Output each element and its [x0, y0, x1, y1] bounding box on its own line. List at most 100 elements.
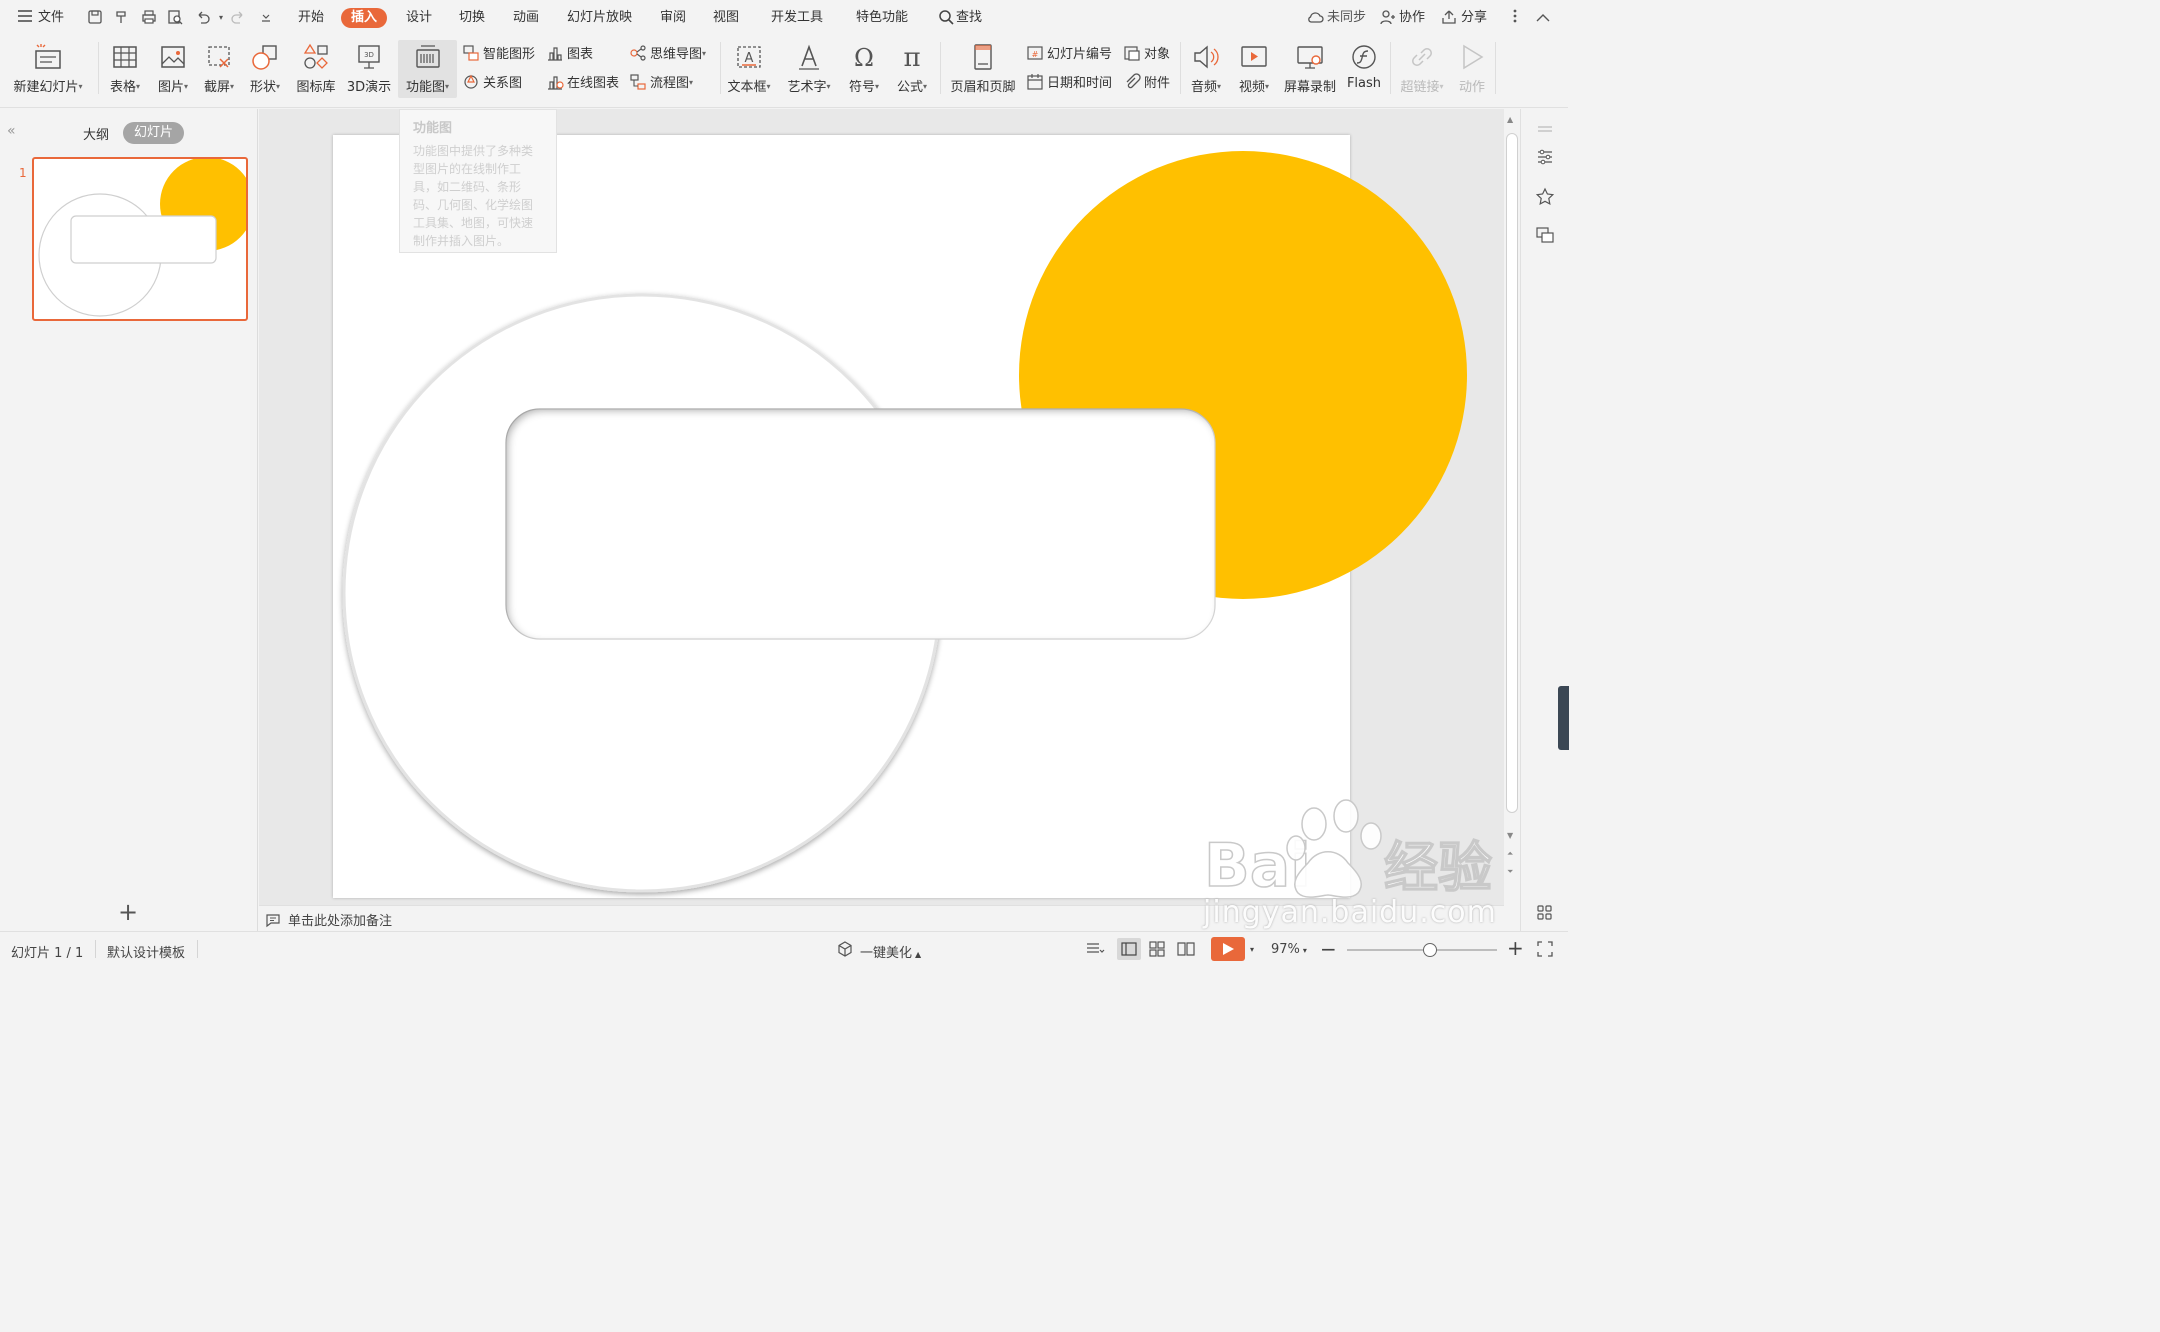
tab-developer[interactable]: 开发工具 — [771, 9, 823, 27]
audio-button[interactable]: 音频▾ — [1184, 40, 1228, 96]
symbol-button[interactable]: Ω 符号▾ — [843, 40, 885, 96]
rounded-rectangle-shape[interactable] — [505, 408, 1216, 640]
chart-button[interactable]: 图表 — [546, 44, 593, 64]
action-button[interactable]: 动作 — [1452, 40, 1492, 96]
add-slide-button[interactable]: + — [118, 900, 138, 924]
function-graph-button[interactable]: 功能图▾ — [398, 40, 457, 98]
properties-icon[interactable] — [1535, 147, 1555, 167]
notes-toggle-icon[interactable] — [1085, 941, 1105, 957]
slide-number-button[interactable]: # 幻灯片编号 — [1026, 44, 1112, 64]
tab-view[interactable]: 视图 — [713, 9, 739, 27]
flowchart-button[interactable]: 流程图▾ — [629, 73, 693, 93]
tab-special[interactable]: 特色功能 — [856, 9, 908, 27]
wordart-button[interactable]: 艺术字▾ — [783, 40, 835, 96]
collapse-panel-icon[interactable]: « — [7, 123, 16, 139]
redo-icon[interactable] — [229, 9, 247, 27]
3d-demo-button[interactable]: 3D 3D演示 — [344, 40, 394, 96]
previous-slide-icon[interactable]: ⏶ — [1507, 849, 1513, 859]
table-button[interactable]: 表格▾ — [104, 40, 146, 96]
next-slide-icon[interactable]: ⏷ — [1507, 867, 1513, 877]
customize-toolbar-icon[interactable] — [257, 9, 275, 27]
beautify-cube-icon[interactable] — [837, 941, 853, 957]
slide-transition-icon[interactable] — [1535, 225, 1555, 245]
tab-slides[interactable]: 幻灯片 — [123, 122, 184, 144]
new-slide-label: 新建幻灯片 — [13, 80, 79, 95]
cloud-sync-icon[interactable] — [1306, 9, 1324, 27]
search-button[interactable]: 查找 — [956, 9, 982, 27]
search-icon[interactable] — [937, 9, 955, 27]
tab-slideshow[interactable]: 幻灯片放映 — [567, 9, 632, 27]
hyperlink-button[interactable]: 超链接▾ — [1395, 40, 1449, 96]
new-slide-icon — [35, 44, 61, 69]
mindmap-button[interactable]: 思维导图▾ — [629, 44, 706, 64]
scroll-up-icon[interactable]: ▲ — [1507, 115, 1513, 124]
collaborate-button[interactable]: 协作 — [1399, 9, 1425, 27]
tab-review[interactable]: 审阅 — [660, 9, 686, 27]
fit-window-icon[interactable] — [1537, 941, 1553, 957]
share-icon[interactable] — [1440, 9, 1458, 27]
shape-button[interactable]: 形状▾ — [244, 40, 286, 96]
flowchart-label: 流程图 — [650, 76, 690, 91]
icon-library-button[interactable]: 图标库 — [292, 40, 340, 96]
undo-dropdown-icon[interactable]: ▾ — [212, 9, 230, 27]
tab-transition[interactable]: 切换 — [459, 9, 485, 27]
tab-home[interactable]: 开始 — [298, 9, 324, 27]
slide-thumbnail[interactable] — [32, 157, 248, 321]
collaborate-icon[interactable] — [1378, 9, 1396, 27]
separator — [1180, 42, 1181, 94]
picture-icon — [161, 46, 185, 68]
share-button[interactable]: 分享 — [1461, 9, 1487, 27]
zoom-in-icon[interactable]: + — [1507, 936, 1524, 960]
hamburger-menu-icon[interactable] — [16, 9, 34, 27]
undo-icon[interactable] — [194, 9, 212, 27]
screenshot-button[interactable]: 截屏▾ — [198, 40, 240, 96]
smart-art-button[interactable]: 智能图形 — [462, 44, 535, 64]
textbox-button[interactable]: A 文本框▾ — [724, 40, 774, 96]
reading-view-icon[interactable] — [1177, 941, 1195, 957]
separator — [197, 940, 198, 958]
video-button[interactable]: 视频▾ — [1232, 40, 1276, 96]
header-footer-button[interactable]: 页眉和页脚 — [948, 40, 1018, 96]
one-click-beautify[interactable]: 一键美化 ▲ — [860, 942, 921, 961]
scroll-down-icon[interactable]: ▼ — [1507, 831, 1513, 840]
slideshow-dropdown-icon[interactable]: ▾ — [1250, 945, 1254, 954]
formula-button[interactable]: π 公式▾ — [891, 40, 933, 96]
zoom-out-icon[interactable]: − — [1320, 937, 1337, 961]
tab-animation[interactable]: 动画 — [513, 9, 539, 27]
scrollbar-thumb[interactable] — [1506, 133, 1518, 813]
tab-outline[interactable]: 大纲 — [83, 124, 109, 143]
zoom-level[interactable]: 97% ▾ — [1271, 942, 1307, 957]
grid-apps-icon[interactable] — [1535, 903, 1555, 923]
floating-widget-tab[interactable] — [1558, 686, 1569, 750]
tab-insert[interactable]: 插入 — [341, 8, 388, 28]
format-painter-icon[interactable] — [112, 9, 130, 27]
play-slideshow-button[interactable] — [1211, 937, 1245, 961]
more-options-icon[interactable] — [1506, 9, 1524, 27]
print-icon[interactable] — [140, 9, 158, 27]
new-slide-button[interactable]: 新建幻灯片▾ — [8, 40, 88, 96]
collapse-ribbon-icon[interactable] — [1534, 9, 1552, 27]
3d-model-icon: 3D — [358, 45, 380, 69]
picture-button[interactable]: 图片▾ — [152, 40, 194, 96]
print-preview-icon[interactable] — [166, 9, 184, 27]
zoom-slider-knob[interactable] — [1422, 943, 1437, 957]
relation-graph-button[interactable]: 关系图 — [462, 73, 522, 93]
screen-record-button[interactable]: 屏幕录制 — [1281, 40, 1339, 96]
sync-status[interactable]: 未同步 — [1327, 9, 1366, 27]
tab-design[interactable]: 设计 — [406, 9, 432, 27]
vertical-scrollbar[interactable]: ▲ ▼ ⏶ ⏷ — [1504, 109, 1520, 905]
online-chart-button[interactable]: 在线图表 — [546, 73, 619, 93]
file-menu[interactable]: 文件 — [38, 9, 64, 27]
datetime-button[interactable]: 日期和时间 — [1026, 73, 1112, 93]
object-button[interactable]: 对象 — [1123, 44, 1170, 64]
flash-button[interactable]: Flash — [1343, 40, 1385, 96]
custom-animation-icon[interactable] — [1535, 187, 1555, 207]
zoom-slider[interactable] — [1347, 943, 1497, 957]
design-template[interactable]: 默认设计模板 — [107, 942, 185, 961]
screen-record-label: 屏幕录制 — [1283, 80, 1336, 95]
sidebar-toggle-icon[interactable] — [1535, 121, 1555, 141]
save-icon[interactable] — [86, 9, 104, 27]
slide-sorter-icon[interactable] — [1149, 941, 1165, 957]
attachment-button[interactable]: 附件 — [1123, 73, 1170, 93]
normal-view-button[interactable] — [1117, 938, 1141, 960]
